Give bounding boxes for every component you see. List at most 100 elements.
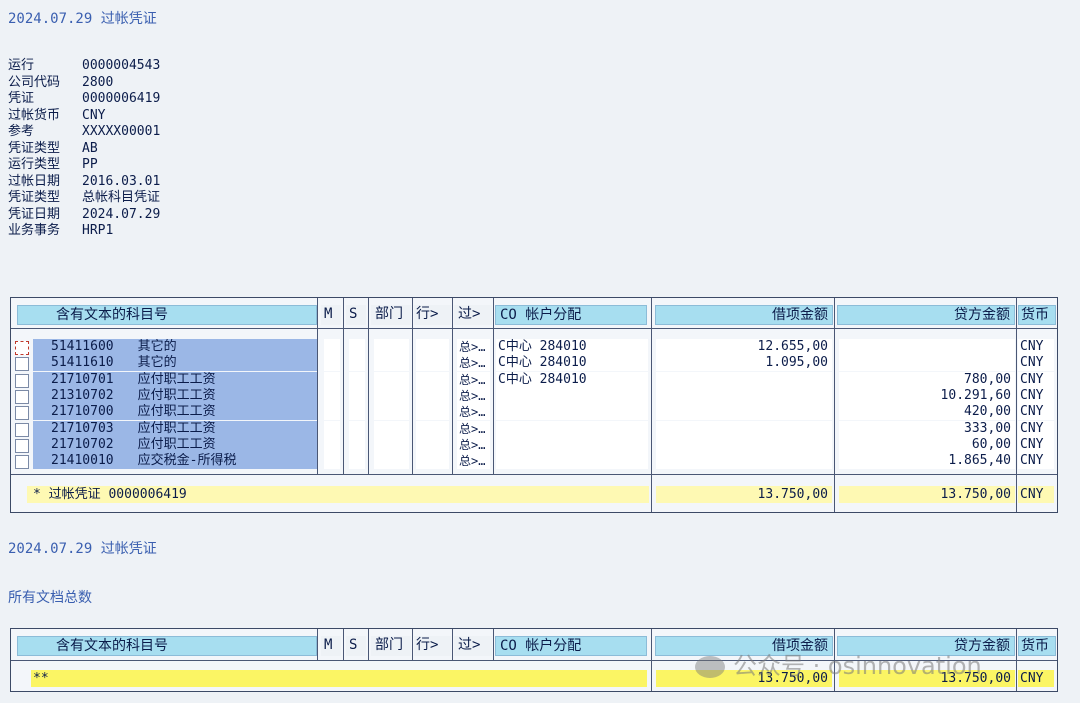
page-title: 2024.07.29 过帐凭证 — [8, 11, 157, 27]
table-row[interactable]: 51411600 其它的 总>… C中心 284010 12.655,00 CNY — [11, 339, 1057, 356]
col-header-dept[interactable]: 部门 — [371, 636, 411, 656]
col-header-co[interactable]: CO 帐户分配 — [495, 636, 647, 656]
account-number: 21710701 — [51, 371, 114, 387]
header-field-label: 过帐日期 — [8, 173, 61, 189]
account-cell[interactable]: 51411600 其它的 — [33, 339, 317, 355]
header-field-value: 0000004543 — [82, 58, 161, 73]
credit-cell — [839, 355, 1015, 372]
co-cell — [496, 453, 648, 470]
m-cell — [324, 404, 340, 421]
account-number: 51411610 — [51, 355, 114, 371]
account-cell[interactable]: 21710701 应付职工工资 — [33, 371, 317, 388]
column-divider — [317, 629, 318, 661]
col-header-s[interactable]: S — [346, 305, 366, 325]
m-cell — [324, 420, 340, 437]
account-cell[interactable]: 21710700 应付职工工资 — [33, 404, 317, 421]
post-cell: 总>… — [457, 339, 490, 355]
line-cell — [416, 355, 449, 372]
account-cell[interactable]: 21710702 应付职工工资 — [33, 436, 317, 453]
table-row[interactable]: 21710700 应付职工工资 总>… 420,00 CNY — [11, 404, 1057, 421]
debit-cell: 1.095,00 — [656, 355, 832, 372]
totals-title: 所有文档总数 — [8, 590, 92, 606]
line-cell — [416, 420, 449, 437]
debit-cell — [656, 453, 832, 470]
credit-cell: 60,00 — [839, 436, 1015, 453]
dept-cell — [374, 387, 409, 404]
table-row[interactable]: 21710701 应付职工工资 总>… C中心 284010 780,00 CNY — [11, 371, 1057, 389]
currency-cell: CNY — [1018, 404, 1054, 421]
post-cell: 总>… — [457, 420, 490, 437]
col-header-currency[interactable]: 货币 — [1018, 636, 1056, 656]
header-field-label: 凭证类型 — [8, 140, 61, 156]
header-field: 凭证 0000006419 — [8, 91, 160, 108]
debit-cell — [656, 404, 832, 421]
watermark: 公众号 · osinnovation — [695, 646, 982, 681]
account-number: 21710703 — [51, 420, 114, 436]
col-header-co[interactable]: CO 帐户分配 — [495, 305, 647, 325]
dept-cell — [374, 420, 409, 437]
post-cell: 总>… — [457, 453, 490, 470]
row-checkbox[interactable] — [15, 373, 29, 388]
header-field-label: 参考 — [8, 124, 35, 139]
header-field-label: 运行 — [8, 58, 35, 73]
row-checkbox[interactable] — [15, 422, 29, 437]
col-header-credit[interactable]: 贷方金额 — [837, 305, 1015, 325]
header-field: 凭证类型 AB — [8, 141, 160, 158]
account-text: 应付职工工资 — [137, 404, 216, 420]
col-header-account[interactable]: 含有文本的科目号 — [17, 636, 317, 656]
s-cell — [349, 404, 365, 421]
col-header-m[interactable]: M — [321, 636, 341, 656]
row-checkbox[interactable] — [15, 341, 29, 355]
debit-cell — [656, 371, 832, 388]
col-header-line[interactable]: 行> — [414, 305, 451, 325]
line-cell — [416, 339, 449, 355]
line-cell — [416, 404, 449, 421]
debit-cell: 12.655,00 — [656, 339, 832, 355]
col-header-m[interactable]: M — [321, 305, 341, 325]
account-cell[interactable]: 21410010 应交税金-所得税 — [33, 453, 317, 470]
header-field-value: AB — [82, 140, 98, 156]
row-checkbox[interactable] — [15, 406, 29, 421]
table-row[interactable]: 51411610 其它的 总>… C中心 284010 1.095,00 CNY — [11, 355, 1057, 372]
post-cell: 总>… — [457, 355, 490, 372]
currency-cell: CNY — [1018, 420, 1054, 437]
table-row[interactable]: 21310702 应付职工工资 总>… 10.291,60 CNY — [11, 387, 1057, 405]
header-field: 业务事务 HRP1 — [8, 223, 160, 240]
row-checkbox[interactable] — [15, 389, 29, 404]
credit-cell: 333,00 — [839, 420, 1015, 437]
row-checkbox[interactable] — [15, 357, 29, 372]
column-divider — [368, 629, 369, 661]
credit-cell: 10.291,60 — [839, 387, 1015, 404]
col-header-account[interactable]: 含有文本的科目号 — [17, 305, 317, 325]
table-row[interactable]: 21410010 应交税金-所得税 总>… 1.865,40 CNY — [11, 453, 1057, 470]
row-checkbox[interactable] — [15, 455, 29, 470]
account-cell[interactable]: 21310702 应付职工工资 — [33, 387, 317, 404]
table-row[interactable]: 21710703 应付职工工资 总>… 333,00 CNY — [11, 420, 1057, 438]
header-field: 参考 XXXXX00001 — [8, 124, 160, 141]
account-number: 51411600 — [51, 339, 114, 354]
account-text: 应交税金-所得税 — [137, 453, 237, 469]
debit-cell — [656, 420, 832, 437]
col-header-dept[interactable]: 部门 — [371, 305, 411, 325]
header-field-value: 2024.07.29 — [82, 206, 161, 222]
col-header-currency[interactable]: 货币 — [1018, 305, 1056, 325]
column-divider — [412, 629, 413, 661]
col-header-s[interactable]: S — [346, 636, 366, 656]
total-label: ** — [31, 670, 647, 687]
table-row[interactable]: 21710702 应付职工工资 总>… 60,00 CNY — [11, 436, 1057, 454]
co-cell — [496, 404, 648, 421]
account-text: 其它的 — [137, 339, 177, 354]
col-header-debit[interactable]: 借项金额 — [655, 305, 833, 325]
account-cell[interactable]: 51411610 其它的 — [33, 355, 317, 372]
col-header-post[interactable]: 过> — [454, 305, 492, 325]
col-header-line[interactable]: 行> — [414, 636, 451, 656]
s-cell — [349, 339, 365, 355]
table-body: 51411600 其它的 总>… C中心 284010 12.655,00 CNY 5141… — [11, 339, 1057, 475]
m-cell — [324, 371, 340, 388]
account-number: 21410010 — [51, 453, 114, 469]
account-cell[interactable]: 21710703 应付职工工资 — [33, 420, 317, 437]
header-field-label: 业务事务 — [8, 223, 61, 238]
row-checkbox[interactable] — [15, 438, 29, 453]
col-header-post[interactable]: 过> — [454, 636, 492, 656]
subtotal-currency: CNY — [1018, 486, 1054, 503]
